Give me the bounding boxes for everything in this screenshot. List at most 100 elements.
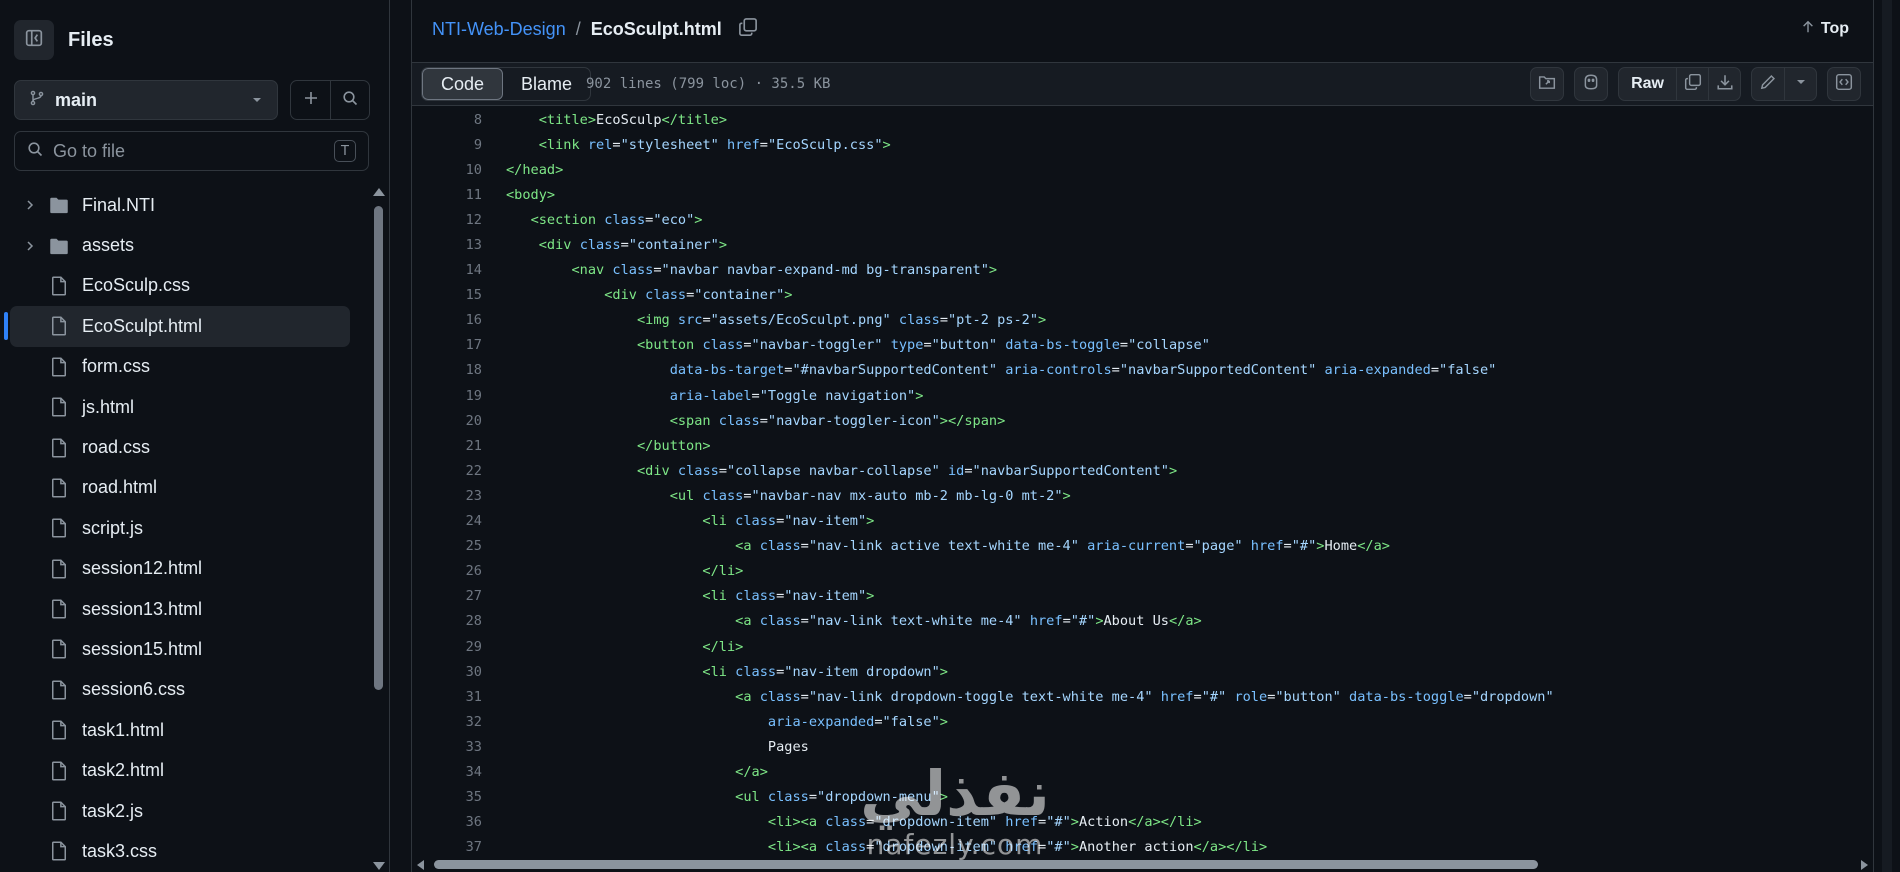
code-line: 34 </a> — [412, 759, 1873, 784]
tree-item-label: road.html — [82, 477, 158, 498]
file-icon — [48, 801, 70, 821]
line-number[interactable]: 13 — [412, 237, 482, 253]
tree-folder[interactable]: assets — [10, 225, 350, 265]
tree-file[interactable]: task2.html — [10, 750, 350, 790]
tree-file[interactable]: road.css — [10, 427, 350, 467]
line-number[interactable]: 31 — [412, 689, 482, 705]
line-number[interactable]: 19 — [412, 388, 482, 404]
file-icon — [48, 599, 70, 619]
line-number[interactable]: 25 — [412, 538, 482, 554]
tree-file[interactable]: session15.html — [10, 629, 350, 669]
line-number[interactable]: 35 — [412, 789, 482, 805]
page-scrollbar[interactable] — [1876, 0, 1900, 872]
copy-path-button[interactable] — [738, 17, 758, 42]
file-icon — [48, 397, 70, 417]
line-number[interactable]: 28 — [412, 613, 482, 629]
open-symbols-button[interactable] — [1530, 67, 1565, 101]
line-number[interactable]: 16 — [412, 312, 482, 328]
tree-folder[interactable]: Final.NTI — [10, 185, 350, 225]
go-to-file-field[interactable]: T — [14, 131, 369, 171]
collapse-sidebar-button[interactable] — [14, 20, 54, 60]
line-source: <span class="navbar-toggler-icon"></span… — [669, 412, 1006, 429]
line-number[interactable]: 8 — [412, 112, 482, 128]
line-number[interactable]: 22 — [412, 463, 482, 479]
line-number[interactable]: 23 — [412, 488, 482, 504]
file-icon — [48, 559, 70, 579]
watermark-arabic-text: نفذلي — [860, 757, 1050, 830]
line-number[interactable]: 20 — [412, 413, 482, 429]
repo-link[interactable]: NTI-Web-Design — [432, 19, 566, 40]
edit-file-button[interactable] — [1752, 68, 1784, 100]
scroll-right-arrow[interactable] — [1861, 860, 1868, 870]
tree-file[interactable]: script.js — [10, 508, 350, 548]
copilot-button[interactable] — [1574, 67, 1609, 101]
branch-row: main — [14, 80, 370, 120]
chevron-right-icon[interactable] — [20, 240, 40, 252]
line-number[interactable]: 30 — [412, 664, 482, 680]
tree-file[interactable]: task1.html — [10, 710, 350, 750]
line-number[interactable]: 26 — [412, 563, 482, 579]
code-line: 20 <span class="navbar-toggler-icon"></s… — [412, 408, 1873, 433]
code-line: 32 aria-expanded="false"> — [412, 709, 1873, 734]
copy-raw-button[interactable] — [1676, 68, 1708, 100]
tree-item-label: session13.html — [82, 598, 203, 619]
tree-item-label: session12.html — [82, 558, 203, 579]
add-file-button[interactable] — [291, 81, 330, 119]
line-number[interactable]: 29 — [412, 639, 482, 655]
download-button[interactable] — [1708, 68, 1740, 100]
line-number[interactable]: 21 — [412, 438, 482, 454]
code-view[interactable]: 8 <title>EcoSculp</title> 9 <link rel="st… — [412, 107, 1873, 857]
tree-file[interactable]: EcoSculpt.html — [4, 306, 350, 347]
raw-button[interactable]: Raw — [1619, 68, 1676, 100]
line-number[interactable]: 14 — [412, 262, 482, 278]
tree-file[interactable]: road.html — [10, 468, 350, 508]
line-number[interactable]: 17 — [412, 337, 482, 353]
breadcrumb: NTI-Web-Design / EcoSculpt.html — [432, 16, 758, 42]
line-number[interactable]: 32 — [412, 714, 482, 730]
tree-item-label: EcoSculp.css — [82, 275, 191, 296]
tree-file[interactable]: session6.css — [10, 670, 350, 710]
tab-blame[interactable]: Blame — [503, 68, 590, 100]
line-number[interactable]: 9 — [412, 137, 482, 153]
line-number[interactable]: 33 — [412, 739, 482, 755]
tree-file[interactable]: form.css — [10, 347, 350, 387]
scrollbar-thumb[interactable] — [374, 206, 383, 690]
branch-selector[interactable]: main — [14, 80, 278, 120]
line-number[interactable]: 34 — [412, 764, 482, 780]
symbols-panel-button[interactable] — [1827, 67, 1861, 101]
sidebar-scrollbar[interactable] — [372, 188, 386, 872]
tree-file[interactable]: EcoSculp.css — [10, 266, 350, 306]
tree-file[interactable]: session12.html — [10, 549, 350, 589]
line-number[interactable]: 18 — [412, 362, 482, 378]
search-files-button[interactable] — [330, 81, 369, 119]
line-source: <body> — [506, 186, 556, 203]
scrollbar-thumb[interactable] — [1882, 0, 1892, 872]
go-to-file-input[interactable] — [53, 140, 334, 162]
line-number[interactable]: 15 — [412, 287, 482, 303]
line-source: <section class="eco"> — [530, 211, 703, 228]
tree-file[interactable]: task2.js — [10, 791, 350, 831]
tree-file[interactable]: js.html — [10, 387, 350, 427]
edit-options-dropdown[interactable] — [1784, 68, 1816, 100]
chevron-right-icon[interactable] — [20, 199, 40, 211]
line-source: <li class="nav-item dropdown"> — [702, 663, 948, 680]
line-number[interactable]: 24 — [412, 513, 482, 529]
scroll-up-arrow[interactable] — [373, 188, 385, 196]
file-toolbar: Code Blame 902 lines (799 loc) · 35.5 KB… — [412, 62, 1873, 106]
line-number[interactable]: 37 — [412, 839, 482, 855]
line-number[interactable]: 36 — [412, 814, 482, 830]
line-number[interactable]: 10 — [412, 162, 482, 178]
scroll-down-arrow[interactable] — [373, 862, 385, 870]
code-horizontal-scrollbar[interactable] — [412, 857, 1873, 872]
scroll-left-arrow[interactable] — [417, 860, 424, 870]
line-number[interactable]: 27 — [412, 588, 482, 604]
code-line: 23 <ul class="navbar-nav mx-auto mb-2 mb… — [412, 483, 1873, 508]
tree-file[interactable]: session13.html — [10, 589, 350, 629]
top-label: Top — [1820, 20, 1849, 37]
line-number[interactable]: 12 — [412, 212, 482, 228]
tree-file[interactable]: task3.css — [10, 831, 350, 871]
line-number[interactable]: 11 — [412, 187, 482, 203]
line-source: <a class="nav-link dropdown-toggle text-… — [735, 688, 1554, 705]
back-to-top-button[interactable]: Top — [1801, 16, 1849, 42]
tab-code[interactable]: Code — [422, 68, 504, 100]
